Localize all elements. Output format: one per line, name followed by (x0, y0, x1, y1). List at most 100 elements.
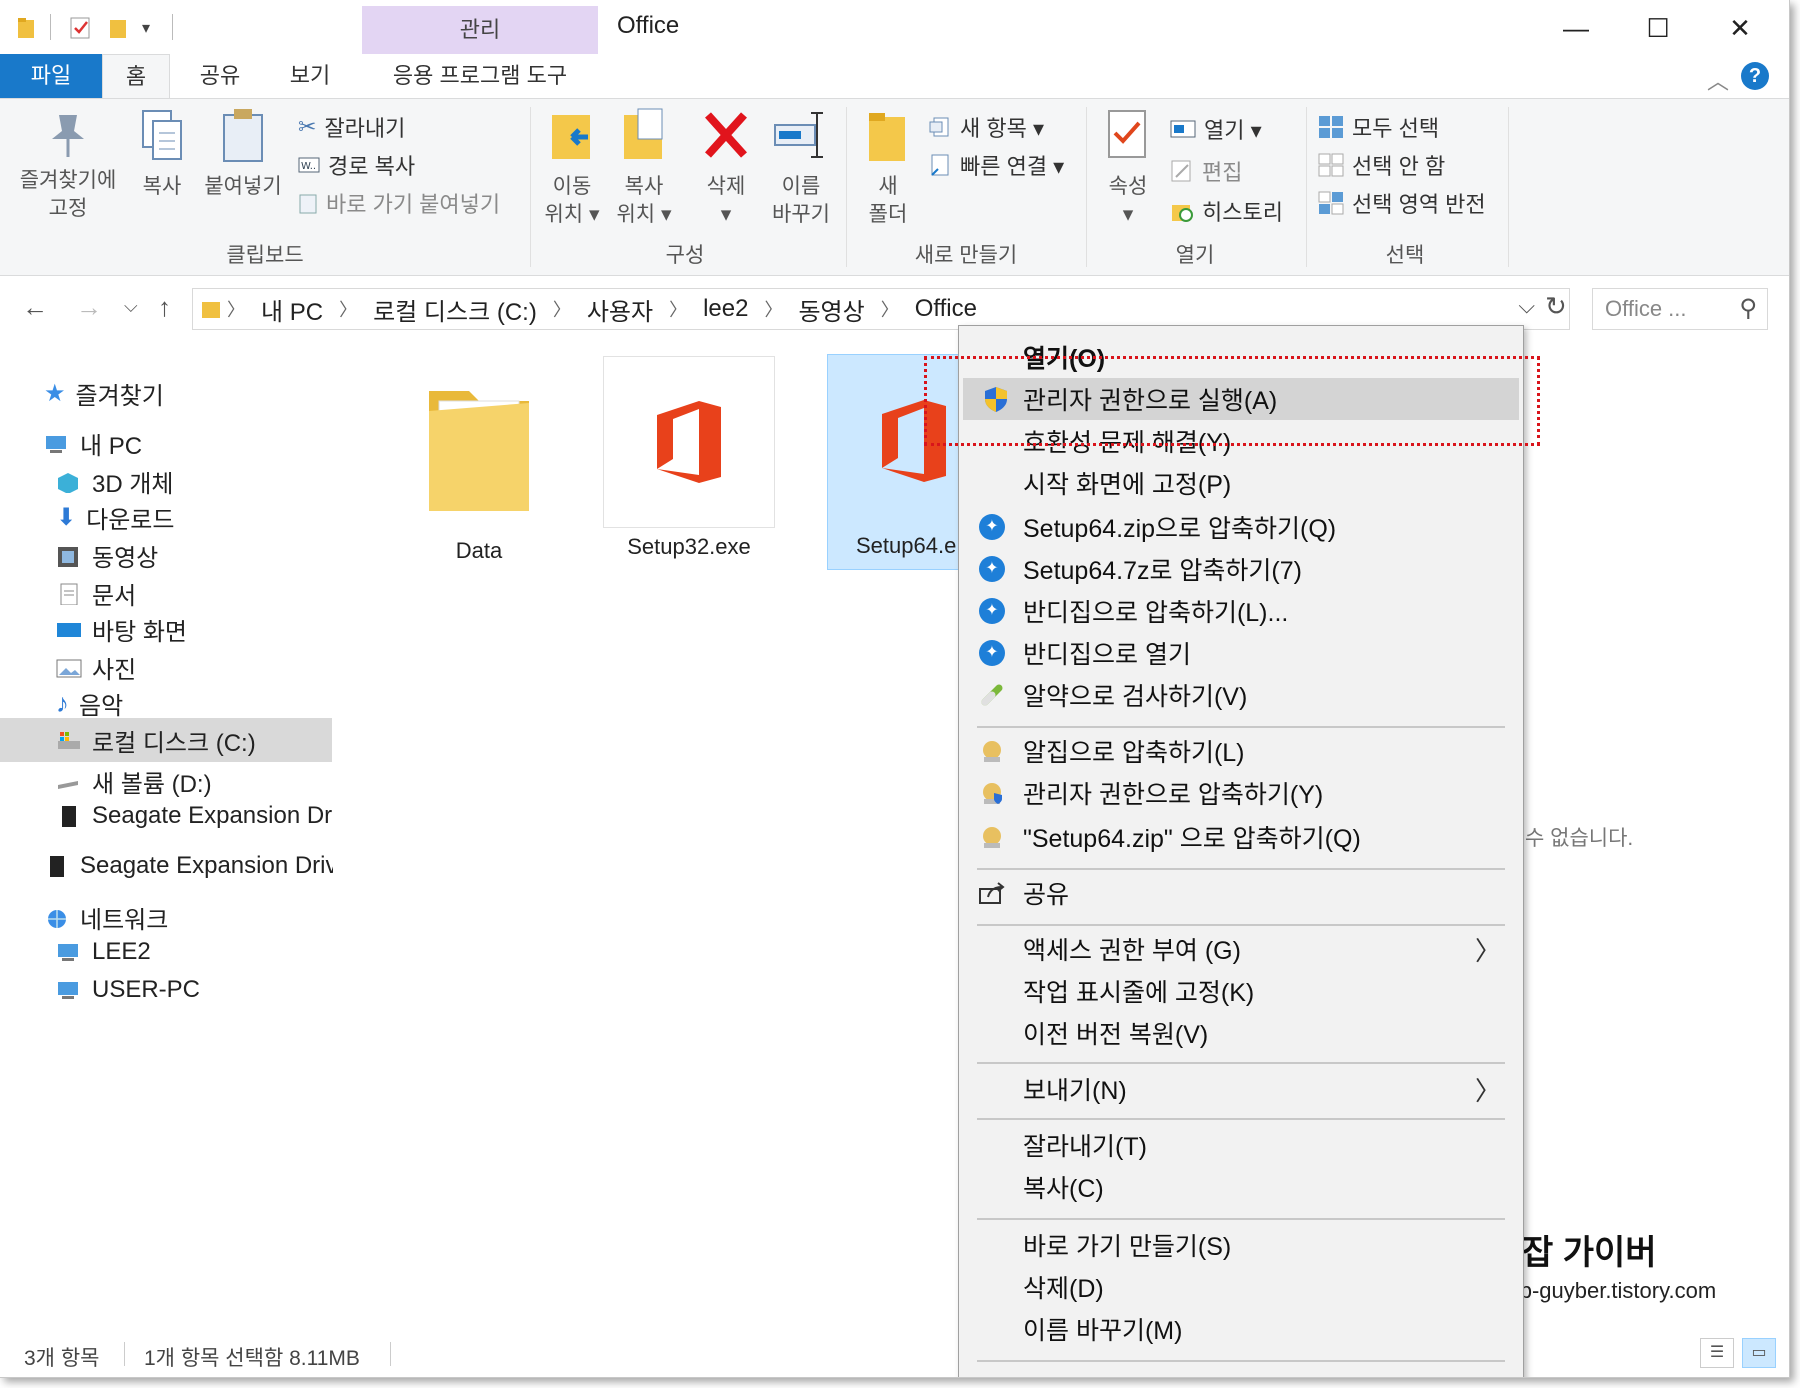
paste-button[interactable]: 붙여넣기 (198, 107, 288, 201)
customize-quick-access-icon[interactable]: ▾ (142, 14, 150, 42)
menu-item-pin-taskbar[interactable]: 작업 표시줄에 고정(K) (959, 970, 1523, 1012)
properties-quick-icon[interactable] (70, 14, 92, 42)
menu-item-zip-compress[interactable]: ✦ Setup64.zip으로 압축하기(Q) (959, 506, 1523, 548)
delete-button[interactable]: 삭제 ▾ (694, 107, 758, 229)
refresh-icon[interactable]: ↻ (1545, 291, 1567, 322)
nav-network[interactable]: 네트워크 (44, 900, 168, 935)
breadcrumb-local-disk[interactable]: 로컬 디스크 (C:) (363, 292, 547, 327)
nav-user-pc-label: USER-PC (92, 976, 201, 1003)
properties-button[interactable]: 속성 ▾ (1098, 107, 1158, 229)
select-all-button[interactable]: 모두 선택 (1318, 111, 1439, 143)
menu-item-give-access[interactable]: 액세스 권한 부여 (G) 〉 (959, 928, 1523, 970)
recent-locations-chevron-icon[interactable]: ⌵ (124, 296, 138, 317)
file-item-setup32[interactable]: Setup32.exe (603, 356, 775, 560)
open-button[interactable]: 열기 ▾ (1170, 113, 1262, 145)
collapse-ribbon-icon[interactable]: ︿ (1707, 64, 1729, 96)
breadcrumb-this-pc[interactable]: 내 PC (251, 292, 333, 327)
nav-music[interactable]: ♪ 음악 (56, 686, 123, 721)
breadcrumb-lee2[interactable]: lee2 (693, 295, 758, 323)
menu-item-send-to[interactable]: 보내기(N) 〉 (959, 1068, 1523, 1110)
copy-path-button[interactable]: W.. 경로 복사 (298, 149, 415, 181)
new-folder-button[interactable]: 새 폴더 (858, 107, 918, 229)
forward-arrow-icon[interactable]: → (76, 292, 102, 323)
select-none-button[interactable]: 선택 안 함 (1318, 149, 1445, 181)
new-folder-icon (869, 113, 905, 161)
search-input[interactable]: Office ... ⚲ (1592, 288, 1768, 330)
easy-access-button[interactable]: 빠른 연결 ▾ (928, 149, 1064, 181)
history-button[interactable]: 히스토리 (1170, 195, 1283, 227)
tab-application-tools[interactable]: 응용 프로그램 도구 (362, 54, 598, 98)
nav-downloads[interactable]: ⬇ 다운로드 (56, 500, 174, 535)
up-arrow-icon[interactable]: ↑ (158, 292, 171, 323)
nav-videos[interactable]: 동영상 (56, 538, 158, 573)
copy-button[interactable]: 복사 (130, 107, 194, 201)
menu-item-troubleshoot-compatibility[interactable]: 호환성 문제 해결(Y) (959, 420, 1523, 462)
tab-home[interactable]: 홈 (102, 54, 170, 98)
tab-view[interactable]: 보기 (270, 54, 350, 98)
tab-share[interactable]: 공유 (180, 54, 260, 98)
nav-seagate-1[interactable]: Seagate Expansion Dr (56, 802, 332, 830)
breadcrumb-videos[interactable]: 동영상 (788, 292, 874, 327)
back-arrow-icon[interactable]: ← (22, 292, 48, 323)
tab-file[interactable]: 파일 (0, 54, 102, 98)
group-divider (1086, 107, 1087, 267)
new-item-button[interactable]: 새 항목 ▾ (928, 111, 1044, 143)
details-view-icon[interactable]: ☰ (1700, 1338, 1734, 1368)
menu-item-copy[interactable]: 복사(C) (959, 1166, 1523, 1208)
select-all-label: 모두 선택 (1352, 116, 1440, 141)
file-item-data-folder[interactable]: Data (393, 360, 565, 564)
menu-item-alzip-compress[interactable]: 알집으로 압축하기(L) (959, 730, 1523, 772)
menu-item-rename[interactable]: 이름 바꾸기(M) (959, 1308, 1523, 1350)
new-folder-quick-icon[interactable] (108, 14, 128, 42)
tab-manage[interactable]: 관리 (362, 6, 598, 54)
nav-this-pc[interactable]: 내 PC (44, 426, 142, 461)
menu-item-pin-to-start[interactable]: 시작 화면에 고정(P) (959, 462, 1523, 504)
nav-new-volume[interactable]: 새 볼륨 (D:) (56, 764, 212, 799)
menu-item-create-shortcut[interactable]: 바로 가기 만들기(S) (959, 1224, 1523, 1266)
menu-item-label: 복사(C) (1023, 1175, 1104, 1203)
address-dropdown-icon[interactable]: ⌵ (1518, 293, 1535, 319)
nav-local-disk[interactable]: 로컬 디스크 (C:) (0, 718, 332, 762)
nav-3d-objects[interactable]: 3D 개체 (56, 464, 174, 499)
nav-user-pc[interactable]: USER-PC (56, 976, 200, 1004)
copy-to-button[interactable]: 복사 위치 ▾ (612, 107, 676, 229)
paste-shortcut-button[interactable]: 바로 가기 붙여넣기 (298, 187, 500, 219)
move-to-button[interactable]: 이동 위치 ▾ (540, 107, 604, 229)
menu-item-7z-compress[interactable]: ✦ Setup64.7z로 압축하기(7) (959, 548, 1523, 590)
help-icon[interactable]: ? (1741, 62, 1769, 90)
maximize-button[interactable]: ☐ (1628, 8, 1688, 48)
menu-item-bandizip-compress[interactable]: ✦ 반디집으로 압축하기(L)... (959, 590, 1523, 632)
menu-item-alyac-scan[interactable]: 알약으로 검사하기(V) (959, 674, 1523, 716)
nav-documents[interactable]: 문서 (56, 576, 136, 611)
menu-item-share[interactable]: 공유 (959, 872, 1523, 914)
menu-item-delete[interactable]: 삭제(D) (959, 1266, 1523, 1308)
pin-quick-access-button[interactable]: 즐겨찾기에 고정 (8, 107, 128, 223)
move-label-1: 이동 (552, 175, 592, 198)
invert-selection-button[interactable]: 선택 영역 반전 (1318, 187, 1486, 219)
breadcrumb-office[interactable]: Office (905, 295, 987, 323)
menu-item-alzip-admin-compress[interactable]: 관리자 권한으로 압축하기(Y) (959, 772, 1523, 814)
menu-item-bandizip-open[interactable]: ✦ 반디집으로 열기 (959, 632, 1523, 674)
large-icons-view-icon[interactable]: ▭ (1742, 1338, 1776, 1368)
menu-item-open[interactable]: 열기(O) (959, 336, 1523, 378)
cut-button[interactable]: ✂ 잘라내기 (298, 111, 405, 143)
nav-pictures[interactable]: 사진 (56, 650, 136, 685)
menu-item-cut[interactable]: 잘라내기(T) (959, 1124, 1523, 1166)
nav-desktop[interactable]: 바탕 화면 (56, 612, 187, 647)
scissors-icon: ✂ (298, 114, 317, 139)
edit-button[interactable]: 편집 (1170, 155, 1242, 187)
minimize-button[interactable]: — (1546, 8, 1606, 48)
breadcrumb-users[interactable]: 사용자 (577, 292, 663, 327)
nav-quick-access[interactable]: ★ 즐겨찾기 (44, 376, 164, 411)
group-new-label: 새로 만들기 (914, 244, 1018, 267)
rename-button[interactable]: 이름 바꾸기 (764, 107, 838, 229)
nav-lee2[interactable]: LEE2 (56, 938, 151, 966)
search-placeholder: Office ... (1605, 296, 1687, 321)
menu-item-alzip-zip[interactable]: "Setup64.zip" 으로 압축하기(Q) (959, 816, 1523, 858)
menu-item-restore-versions[interactable]: 이전 버전 복원(V) (959, 1012, 1523, 1054)
menu-item-run-as-admin[interactable]: 관리자 권한으로 실행(A) (963, 378, 1519, 420)
close-button[interactable]: ✕ (1710, 8, 1770, 48)
bandizip-icon: ✦ (977, 512, 1007, 542)
nav-seagate-2[interactable]: Seagate Expansion Driv (44, 852, 337, 880)
address-bar[interactable]: 〉 내 PC 〉 로컬 디스크 (C:) 〉 사용자 〉 lee2 〉 동영상 … (192, 288, 1570, 330)
